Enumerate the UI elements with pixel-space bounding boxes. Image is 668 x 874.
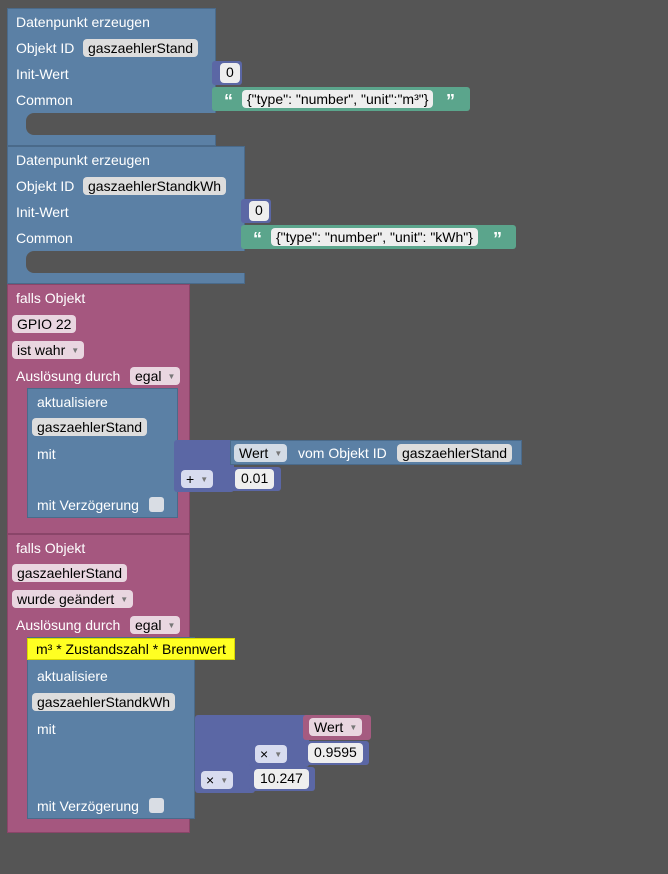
operand-inner-field[interactable]: 0.9595: [308, 743, 363, 763]
operand-block-outer[interactable]: 10.247: [249, 767, 315, 791]
common-text-field[interactable]: {"type": "number", "unit": "kWh"}: [271, 228, 478, 246]
common-text-block-1[interactable]: “ {"type": "number", "unit":"m³"} ”: [212, 87, 470, 111]
objekt-id-label: Objekt ID: [16, 178, 75, 194]
delay-checkbox[interactable]: [149, 798, 164, 813]
chevron-down-icon: ▼: [274, 449, 283, 458]
operator-dropdown[interactable]: + ▼: [181, 470, 214, 488]
chevron-down-icon: ▼: [167, 372, 176, 381]
create-datapoint-block-1[interactable]: Datenpunkt erzeugen Objekt ID gaszaehler…: [7, 8, 216, 146]
init-wert-label: Init-Wert: [16, 66, 69, 82]
operand-field[interactable]: 0.01: [235, 469, 275, 489]
condition-value: ist wahr: [17, 342, 66, 358]
create-datapoint-block-2[interactable]: Datenpunkt erzeugen Objekt ID gaszaehler…: [7, 146, 245, 284]
mit-label: mit: [37, 446, 56, 462]
condition-dropdown[interactable]: ist wahr ▼: [12, 341, 85, 359]
update-target-field[interactable]: gaszaehlerStand: [32, 418, 148, 436]
common-label: Common: [16, 230, 73, 246]
wert-value: Wert: [314, 719, 344, 735]
delay-label: mit Verzögerung: [37, 798, 139, 814]
update-target-field[interactable]: gaszaehlerStandkWh: [32, 693, 176, 711]
chevron-down-icon: ▼: [220, 776, 229, 785]
trigger-object-field[interactable]: GPIO 22: [12, 315, 77, 333]
statement-slot: [26, 251, 245, 273]
init-value-block-1[interactable]: 0: [212, 61, 242, 85]
mit-label: mit: [37, 721, 56, 737]
vom-objekt-label: vom Objekt ID: [298, 445, 387, 461]
update-block-1[interactable]: aktualisiere gaszaehlerStand mit mit Ver…: [27, 388, 178, 518]
init-value-block-2[interactable]: 0: [241, 199, 271, 223]
update-title: aktualisiere: [37, 668, 108, 684]
quote-open-icon: “: [224, 91, 233, 111]
chevron-down-icon: ▼: [167, 621, 176, 630]
ausloesung-dropdown[interactable]: egal ▼: [130, 367, 181, 385]
wert-dropdown[interactable]: Wert ▼: [234, 444, 288, 462]
delay-checkbox[interactable]: [149, 497, 164, 512]
objekt-id-label: Objekt ID: [16, 40, 75, 56]
operator-value: +: [186, 471, 195, 487]
math-block-outer[interactable]: × ▼: [195, 715, 255, 793]
quote-close-icon: ”: [446, 91, 455, 111]
operator-dropdown-outer[interactable]: × ▼: [201, 771, 234, 789]
block-title: Datenpunkt erzeugen: [16, 14, 150, 30]
update-block-2[interactable]: aktualisiere gaszaehlerStandkWh mit mit …: [27, 637, 195, 819]
get-value-block-1[interactable]: Wert ▼ vom Objekt ID gaszaehlerStand: [230, 440, 522, 465]
chevron-down-icon: ▼: [349, 723, 358, 732]
operator-value: ×: [206, 772, 215, 788]
trigger-object-field[interactable]: gaszaehlerStand: [12, 564, 128, 582]
init-value-field[interactable]: 0: [249, 201, 269, 221]
math-block-1[interactable]: + ▼: [174, 440, 234, 492]
objekt-id-field[interactable]: gaszaehlerStandkWh: [83, 177, 227, 195]
ausloesung-value: egal: [135, 368, 162, 384]
init-value-field[interactable]: 0: [220, 63, 240, 83]
trigger-title: falls Objekt: [16, 290, 86, 306]
common-text-field[interactable]: {"type": "number", "unit":"m³"}: [242, 90, 434, 108]
chevron-down-icon: ▼: [71, 346, 80, 355]
wert-value: Wert: [239, 445, 269, 461]
ausloesung-value: egal: [135, 617, 162, 633]
trigger-value-block[interactable]: Wert ▼: [303, 715, 371, 740]
statement-slot: [26, 113, 216, 135]
chevron-down-icon: ▼: [200, 475, 209, 484]
chevron-down-icon: ▼: [274, 750, 283, 759]
operand-block-inner[interactable]: 0.9595: [303, 741, 369, 765]
common-label: Common: [16, 92, 73, 108]
vom-objekt-field[interactable]: gaszaehlerStand: [397, 444, 513, 462]
comment-note[interactable]: m³ * Zustandszahl * Brennwert: [27, 638, 235, 660]
objekt-id-field[interactable]: gaszaehlerStand: [83, 39, 199, 57]
chevron-down-icon: ▼: [120, 595, 129, 604]
operand-block-1[interactable]: 0.01: [230, 467, 281, 491]
ausloesung-label: Auslösung durch: [16, 368, 121, 384]
quote-close-icon: ”: [493, 229, 502, 249]
operand-outer-field[interactable]: 10.247: [254, 769, 309, 789]
wert-dropdown[interactable]: Wert ▼: [309, 718, 363, 736]
ausloesung-dropdown[interactable]: egal ▼: [130, 616, 181, 634]
trigger-title: falls Objekt: [16, 540, 86, 556]
operator-dropdown-inner[interactable]: × ▼: [255, 745, 288, 763]
update-title: aktualisiere: [37, 394, 108, 410]
ausloesung-label: Auslösung durch: [16, 617, 121, 633]
math-block-inner[interactable]: × ▼: [249, 715, 309, 767]
operator-value: ×: [260, 746, 269, 762]
block-title: Datenpunkt erzeugen: [16, 152, 150, 168]
common-text-block-2[interactable]: “ {"type": "number", "unit": "kWh"} ”: [241, 225, 516, 249]
delay-label: mit Verzögerung: [37, 497, 139, 513]
init-wert-label: Init-Wert: [16, 204, 69, 220]
quote-open-icon: “: [253, 229, 262, 249]
condition-dropdown[interactable]: wurde geändert ▼: [12, 590, 134, 608]
condition-value: wurde geändert: [17, 591, 115, 607]
